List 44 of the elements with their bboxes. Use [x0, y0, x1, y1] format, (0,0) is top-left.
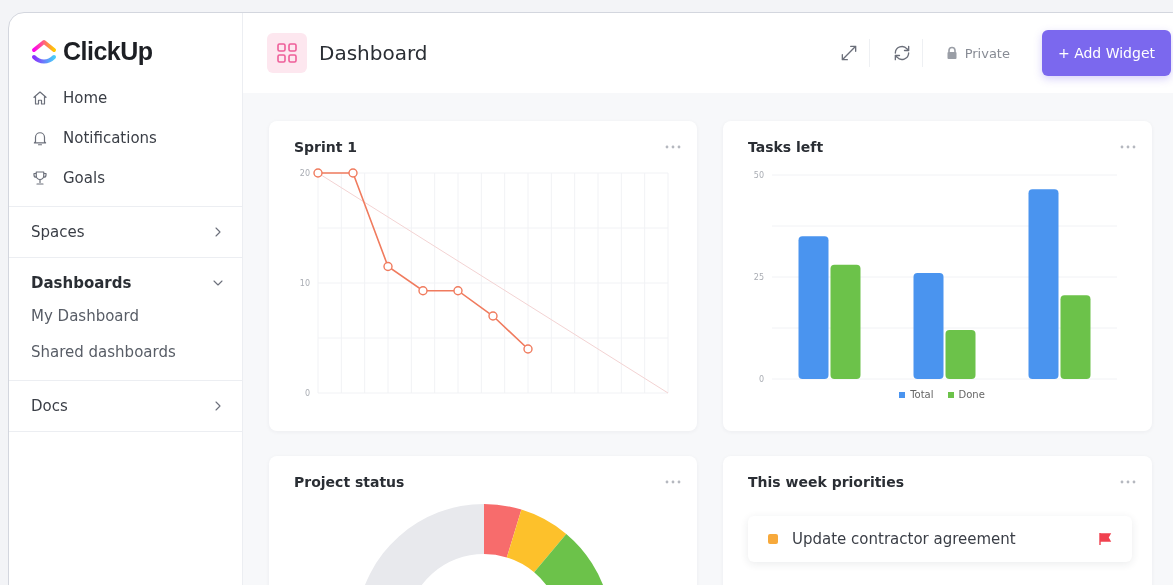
home-icon	[31, 89, 49, 107]
more-icon[interactable]	[665, 145, 681, 149]
nav-item[interactable]: Notifications	[9, 118, 242, 158]
legend-label: Done	[958, 389, 985, 400]
add-widget-button[interactable]: + Add Widget	[1041, 30, 1171, 76]
page-title: Dashboard	[319, 41, 429, 65]
logo-icon	[31, 37, 57, 66]
more-icon[interactable]	[1120, 145, 1136, 149]
nav-item[interactable]: Home	[9, 78, 242, 118]
sidebar-item[interactable]: My Dashboard	[9, 298, 242, 334]
sidebar-section[interactable]: Dashboards	[9, 268, 242, 298]
legend-swatch	[899, 391, 906, 398]
flag-icon[interactable]	[1098, 532, 1112, 546]
more-icon[interactable]	[1120, 480, 1136, 484]
more-icon[interactable]	[665, 480, 681, 484]
sidebar-section[interactable]: Docs	[9, 391, 242, 421]
priority-item[interactable]: Update contractor agreement	[748, 516, 1132, 562]
bell-icon	[31, 129, 49, 147]
data-point	[313, 168, 323, 178]
data-point	[418, 286, 428, 296]
privacy-label: Private	[964, 45, 1010, 61]
widget-title: This week priorities	[748, 474, 904, 490]
axis-tick-label: 0	[758, 375, 764, 384]
legend-label: Total	[910, 389, 934, 400]
trophy-icon	[31, 169, 49, 187]
axis-tick-label: 25	[753, 273, 764, 282]
legend-swatch	[947, 391, 954, 398]
axis-tick-label: 0	[304, 389, 310, 398]
data-point	[383, 261, 393, 272]
widget-title: Project status	[294, 474, 405, 490]
axis-tick-label: 20	[299, 169, 310, 178]
data-point	[348, 168, 358, 178]
data-point	[453, 286, 463, 296]
logo-text: ClickUp	[63, 37, 153, 66]
axis-tick-label: 50	[753, 171, 764, 180]
sidebar-section[interactable]: Spaces	[9, 217, 242, 247]
axis-tick-label: 10	[299, 279, 310, 288]
sidebar-item[interactable]: Shared dashboards	[9, 334, 242, 370]
widget-title: Tasks left	[748, 139, 824, 155]
data-point	[488, 311, 498, 321]
widget-title: Sprint 1	[294, 139, 358, 155]
dashboard-icon	[267, 33, 307, 73]
data-point	[523, 344, 533, 354]
nav-item[interactable]: Goals	[9, 158, 242, 198]
